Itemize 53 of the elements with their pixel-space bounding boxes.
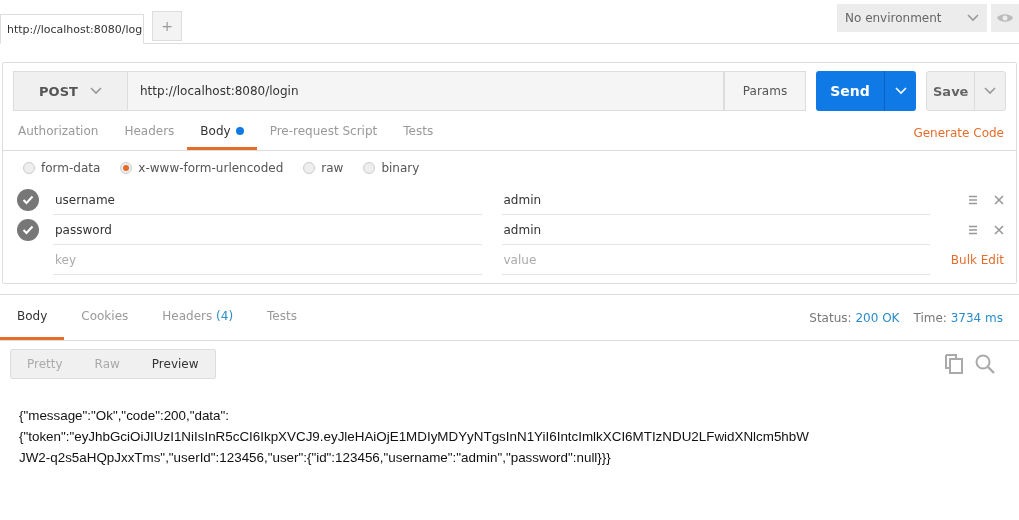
copy-icon[interactable]	[945, 354, 963, 374]
checkbox[interactable]	[17, 219, 39, 241]
close-icon[interactable]	[994, 195, 1004, 205]
view-mode-button[interactable]: Preview	[135, 350, 215, 378]
request-section-tab[interactable]: Tests	[390, 115, 447, 150]
request-tab[interactable]: http://localhost:8080/log	[0, 14, 144, 44]
radio-button[interactable]	[303, 162, 316, 174]
radio-button[interactable]	[23, 162, 35, 174]
caret-icon	[967, 14, 979, 22]
response-text: {"token":"eyJhbGciOiJIUzI1NiIsInR5cCI6IkpXVCJ9.eyJleHAiOjE1MDIyMDYyNTgsInN1YiI6IntcImlkXCI6MTIzNDU2LFwidXNlcm5hbW	[19, 428, 810, 446]
request-section-tab[interactable]: Pre-request Script	[256, 115, 391, 150]
bulk-edit-link[interactable]: Bulk Edit	[944, 253, 1004, 267]
params-button[interactable]: Params	[724, 71, 806, 111]
radio-label: raw	[321, 161, 344, 175]
generate-code-link[interactable]: Generate Code	[913, 125, 1016, 140]
status-text: Status: 200 OK	[809, 310, 900, 325]
radio-button[interactable]	[120, 162, 133, 174]
response-tab[interactable]: Cookies	[64, 295, 146, 340]
request-section-tab[interactable]: Headers	[111, 115, 188, 150]
value-field[interactable]: admin	[501, 185, 930, 215]
caret-icon	[894, 87, 907, 95]
radio-label: binary	[381, 161, 420, 175]
search-icon[interactable]	[975, 354, 995, 374]
key-field[interactable]: password	[53, 215, 482, 245]
response-tab[interactable]: Headers (4)	[145, 295, 251, 340]
menu-icon[interactable]	[968, 225, 978, 235]
radio-label: form-data	[41, 161, 101, 175]
key-field[interactable]: username	[53, 185, 482, 215]
response-text: {"message":"Ok","code":200,"data":	[19, 407, 230, 425]
checkmark-icon	[22, 195, 34, 205]
radio-label: x-www-form-urlencoded	[138, 161, 284, 175]
radio-button[interactable]	[363, 162, 376, 174]
value-field[interactable]: admin	[501, 215, 930, 245]
eye-icon[interactable]	[991, 4, 1019, 32]
modified-dot	[235, 127, 244, 135]
new-tab-button[interactable]: +	[152, 11, 182, 41]
time-text: Time: 3734 ms	[913, 310, 1003, 325]
response-tab[interactable]: Tests	[250, 295, 314, 340]
url-field[interactable]: http://localhost:8080/login	[128, 71, 724, 111]
key-field[interactable]: key	[53, 245, 482, 275]
response-text: JW2-q2s5aHQpJxxTms","userId":123456,"user":{"id":123456,"username":"admin","password":null}}}	[19, 449, 612, 467]
caret-icon	[89, 87, 102, 95]
checkmark-icon	[22, 225, 34, 235]
method-dropdown[interactable]: POST	[13, 71, 128, 111]
request-section-tab[interactable]: Authorization	[5, 115, 112, 150]
value-field[interactable]: value	[501, 245, 930, 275]
environment-dropdown[interactable]: No environment	[837, 4, 987, 32]
request-section-tab[interactable]: Body	[187, 115, 257, 150]
menu-icon[interactable]	[968, 195, 978, 205]
caret-icon	[984, 87, 997, 95]
close-icon[interactable]	[994, 225, 1004, 235]
response-tab[interactable]: Body	[0, 295, 65, 340]
checkbox[interactable]	[17, 189, 39, 211]
